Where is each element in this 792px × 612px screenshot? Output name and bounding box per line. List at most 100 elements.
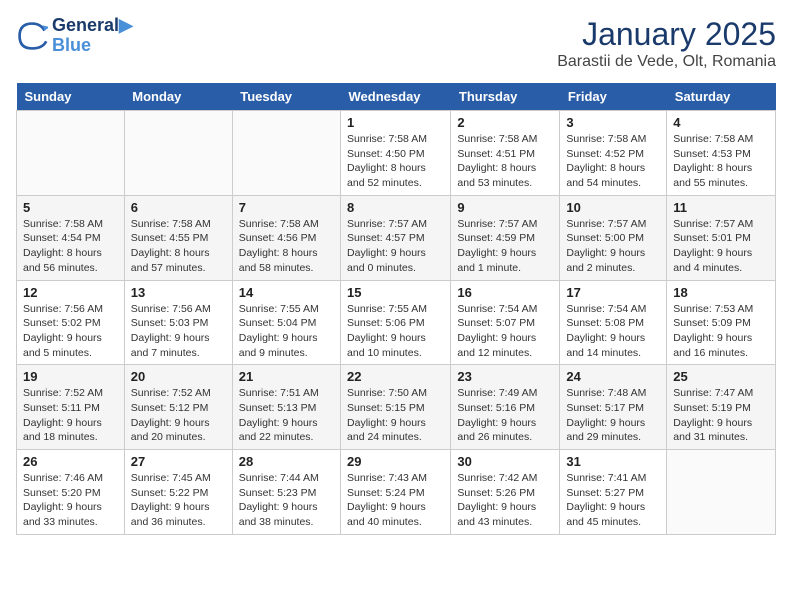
calendar-day-cell: 14Sunrise: 7:55 AM Sunset: 5:04 PM Dayli…: [232, 280, 340, 365]
calendar-body: 1 Sunrise: 7:58 AM Sunset: 4:50 PM Daylig…: [17, 111, 776, 535]
calendar-week-row: 5 Sunrise: 7:58 AM Sunset: 4:54 PM Daylig…: [17, 195, 776, 280]
day-info: Sunrise: 7:58 AM Sunset: 4:50 PM Dayligh…: [347, 132, 444, 191]
weekday-cell: Friday: [560, 83, 667, 111]
day-number: 4: [673, 115, 769, 130]
calendar-day-cell: 28Sunrise: 7:44 AM Sunset: 5:23 PM Dayli…: [232, 450, 340, 535]
calendar-week-row: 26 Sunrise: 7:46 AM Sunset: 5:20 PM Dayli…: [17, 450, 776, 535]
logo: General▶ Blue: [16, 16, 133, 56]
calendar-day-cell: 16 Sunrise: 7:54 AM Sunset: 5:07 PM Dayli…: [451, 280, 560, 365]
day-number: 26: [23, 454, 118, 469]
calendar-day-cell: 9Sunrise: 7:57 AM Sunset: 4:59 PM Daylig…: [451, 195, 560, 280]
location-title: Barastii de Vede, Olt, Romania: [557, 53, 776, 71]
calendar-day-cell: 17 Sunrise: 7:54 AM Sunset: 5:08 PM Dayli…: [560, 280, 667, 365]
day-info: Sunrise: 7:45 AM Sunset: 5:22 PM Dayligh…: [131, 471, 226, 530]
day-info: Sunrise: 7:46 AM Sunset: 5:20 PM Dayligh…: [23, 471, 118, 530]
day-info: Sunrise: 7:58 AM Sunset: 4:54 PM Dayligh…: [23, 217, 118, 276]
day-info: Sunrise: 7:58 AM Sunset: 4:51 PM Dayligh…: [457, 132, 553, 191]
day-info: Sunrise: 7:50 AM Sunset: 5:15 PM Dayligh…: [347, 386, 444, 445]
day-info: Sunrise: 7:41 AM Sunset: 5:27 PM Dayligh…: [566, 471, 660, 530]
calendar-week-row: 12 Sunrise: 7:56 AM Sunset: 5:02 PM Dayli…: [17, 280, 776, 365]
calendar-day-cell: 12 Sunrise: 7:56 AM Sunset: 5:02 PM Dayli…: [17, 280, 125, 365]
page-header: General▶ Blue January 2025 Barastii de V…: [16, 16, 776, 71]
day-number: 2: [457, 115, 553, 130]
day-number: 19: [23, 369, 118, 384]
weekday-cell: Monday: [124, 83, 232, 111]
day-number: 15: [347, 285, 444, 300]
calendar-day-cell: 10Sunrise: 7:57 AM Sunset: 5:00 PM Dayli…: [560, 195, 667, 280]
day-number: 7: [239, 200, 334, 215]
day-info: Sunrise: 7:57 AM Sunset: 4:57 PM Dayligh…: [347, 217, 444, 276]
day-number: 16: [457, 285, 553, 300]
day-info: Sunrise: 7:56 AM Sunset: 5:03 PM Dayligh…: [131, 302, 226, 361]
calendar-day-cell: 4 Sunrise: 7:58 AM Sunset: 4:53 PM Daylig…: [667, 111, 776, 196]
day-info: Sunrise: 7:58 AM Sunset: 4:53 PM Dayligh…: [673, 132, 769, 191]
calendar-day-cell: 23 Sunrise: 7:49 AM Sunset: 5:16 PM Dayli…: [451, 365, 560, 450]
day-number: 10: [566, 200, 660, 215]
calendar-day-cell: [667, 450, 776, 535]
calendar-day-cell: 5 Sunrise: 7:58 AM Sunset: 4:54 PM Daylig…: [17, 195, 125, 280]
calendar-day-cell: 25Sunrise: 7:47 AM Sunset: 5:19 PM Dayli…: [667, 365, 776, 450]
calendar-day-cell: 11 Sunrise: 7:57 AM Sunset: 5:01 PM Dayli…: [667, 195, 776, 280]
day-info: Sunrise: 7:53 AM Sunset: 5:09 PM Dayligh…: [673, 302, 769, 361]
day-info: Sunrise: 7:42 AM Sunset: 5:26 PM Dayligh…: [457, 471, 553, 530]
day-number: 11: [673, 200, 769, 215]
calendar-day-cell: 7 Sunrise: 7:58 AM Sunset: 4:56 PM Daylig…: [232, 195, 340, 280]
day-number: 13: [131, 285, 226, 300]
day-number: 18: [673, 285, 769, 300]
calendar-day-cell: 18 Sunrise: 7:53 AM Sunset: 5:09 PM Dayli…: [667, 280, 776, 365]
calendar-day-cell: 13 Sunrise: 7:56 AM Sunset: 5:03 PM Dayli…: [124, 280, 232, 365]
day-info: Sunrise: 7:54 AM Sunset: 5:08 PM Dayligh…: [566, 302, 660, 361]
calendar-day-cell: 19 Sunrise: 7:52 AM Sunset: 5:11 PM Dayli…: [17, 365, 125, 450]
day-info: Sunrise: 7:49 AM Sunset: 5:16 PM Dayligh…: [457, 386, 553, 445]
calendar-day-cell: 26 Sunrise: 7:46 AM Sunset: 5:20 PM Dayli…: [17, 450, 125, 535]
day-info: Sunrise: 7:51 AM Sunset: 5:13 PM Dayligh…: [239, 386, 334, 445]
calendar-day-cell: 31 Sunrise: 7:41 AM Sunset: 5:27 PM Dayli…: [560, 450, 667, 535]
title-block: January 2025 Barastii de Vede, Olt, Roma…: [557, 16, 776, 71]
calendar-day-cell: [124, 111, 232, 196]
day-info: Sunrise: 7:57 AM Sunset: 4:59 PM Dayligh…: [457, 217, 553, 276]
day-info: Sunrise: 7:58 AM Sunset: 4:55 PM Dayligh…: [131, 217, 226, 276]
day-number: 23: [457, 369, 553, 384]
weekday-cell: Tuesday: [232, 83, 340, 111]
calendar-day-cell: 22 Sunrise: 7:50 AM Sunset: 5:15 PM Dayli…: [341, 365, 451, 450]
calendar-day-cell: 20Sunrise: 7:52 AM Sunset: 5:12 PM Dayli…: [124, 365, 232, 450]
day-number: 29: [347, 454, 444, 469]
calendar-day-cell: 27 Sunrise: 7:45 AM Sunset: 5:22 PM Dayli…: [124, 450, 232, 535]
weekday-cell: Thursday: [451, 83, 560, 111]
day-info: Sunrise: 7:58 AM Sunset: 4:56 PM Dayligh…: [239, 217, 334, 276]
calendar-day-cell: [17, 111, 125, 196]
calendar-day-cell: 15 Sunrise: 7:55 AM Sunset: 5:06 PM Dayli…: [341, 280, 451, 365]
calendar-day-cell: 2 Sunrise: 7:58 AM Sunset: 4:51 PM Daylig…: [451, 111, 560, 196]
logo-icon: [16, 20, 48, 52]
day-number: 3: [566, 115, 660, 130]
day-info: Sunrise: 7:54 AM Sunset: 5:07 PM Dayligh…: [457, 302, 553, 361]
day-number: 28: [239, 454, 334, 469]
day-number: 21: [239, 369, 334, 384]
day-number: 31: [566, 454, 660, 469]
calendar-week-row: 19 Sunrise: 7:52 AM Sunset: 5:11 PM Dayli…: [17, 365, 776, 450]
calendar-day-cell: 1 Sunrise: 7:58 AM Sunset: 4:50 PM Daylig…: [341, 111, 451, 196]
day-number: 22: [347, 369, 444, 384]
calendar-table: SundayMondayTuesdayWednesdayThursdayFrid…: [16, 83, 776, 535]
day-number: 30: [457, 454, 553, 469]
weekday-cell: Wednesday: [341, 83, 451, 111]
day-number: 20: [131, 369, 226, 384]
day-info: Sunrise: 7:52 AM Sunset: 5:11 PM Dayligh…: [23, 386, 118, 445]
calendar-day-cell: 24Sunrise: 7:48 AM Sunset: 5:17 PM Dayli…: [560, 365, 667, 450]
calendar-day-cell: 8Sunrise: 7:57 AM Sunset: 4:57 PM Daylig…: [341, 195, 451, 280]
weekday-cell: Sunday: [17, 83, 125, 111]
month-title: January 2025: [557, 16, 776, 53]
day-info: Sunrise: 7:55 AM Sunset: 5:06 PM Dayligh…: [347, 302, 444, 361]
calendar-day-cell: 21 Sunrise: 7:51 AM Sunset: 5:13 PM Dayli…: [232, 365, 340, 450]
day-info: Sunrise: 7:47 AM Sunset: 5:19 PM Dayligh…: [673, 386, 769, 445]
day-info: Sunrise: 7:56 AM Sunset: 5:02 PM Dayligh…: [23, 302, 118, 361]
day-number: 12: [23, 285, 118, 300]
day-number: 27: [131, 454, 226, 469]
calendar-day-cell: [232, 111, 340, 196]
calendar-day-cell: 3Sunrise: 7:58 AM Sunset: 4:52 PM Daylig…: [560, 111, 667, 196]
day-number: 5: [23, 200, 118, 215]
day-number: 17: [566, 285, 660, 300]
day-number: 1: [347, 115, 444, 130]
day-info: Sunrise: 7:57 AM Sunset: 5:01 PM Dayligh…: [673, 217, 769, 276]
calendar-day-cell: 30 Sunrise: 7:42 AM Sunset: 5:26 PM Dayli…: [451, 450, 560, 535]
